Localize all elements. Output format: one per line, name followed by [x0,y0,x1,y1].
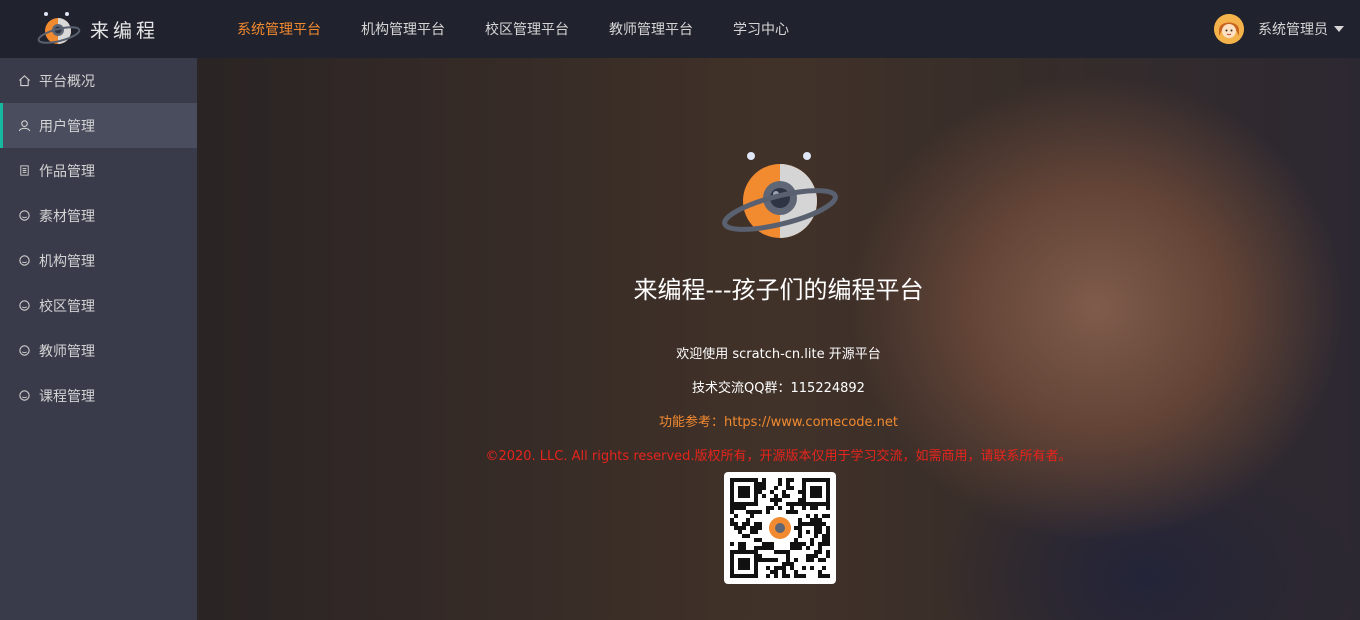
sidebar-item-label: 平台概况 [39,73,95,90]
user-icon [17,119,31,133]
circle-icon [17,299,31,313]
sidebar: 平台概况 用户管理 作品管理 素材管理 机构管理 校区管理 教师管理 课程管理 [0,58,197,620]
sidebar-item-campus-management[interactable]: 校区管理 [0,283,197,328]
sidebar-item-label: 机构管理 [39,253,95,270]
copyright-text: ©2020. LLC. All rights reserved.版权所有，开源版… [485,449,1072,464]
document-icon [17,164,31,178]
welcome-text: 欢迎使用 scratch-cn.lite 开源平台 [676,347,881,362]
sidebar-item-label: 素材管理 [39,208,95,225]
sidebar-item-platform-overview[interactable]: 平台概况 [0,58,197,103]
nav-org-platform[interactable]: 机构管理平台 [361,19,445,39]
sidebar-item-works-management[interactable]: 作品管理 [0,148,197,193]
planet-logo-icon [722,152,838,238]
sidebar-item-course-management[interactable]: 课程管理 [0,373,197,418]
sidebar-item-label: 校区管理 [39,298,95,315]
hero-banner: 来编程---孩子们的编程平台 欢迎使用 scratch-cn.lite 开源平台… [197,58,1360,620]
qq-group-text: 技术交流QQ群：115224892 [692,381,865,396]
planet-logo-icon [37,12,81,44]
sidebar-item-label: 作品管理 [39,163,95,180]
nav-system-platform[interactable]: 系统管理平台 [237,19,321,39]
circle-icon [17,389,31,403]
circle-icon [17,209,31,223]
user-menu[interactable]: 系统管理员 [1214,13,1344,45]
sidebar-item-user-management[interactable]: 用户管理 [0,103,197,148]
circle-icon [17,254,31,268]
circle-icon [17,344,31,358]
hero-title: 来编程---孩子们的编程平台 [633,276,924,304]
sidebar-item-label: 课程管理 [39,388,95,405]
brand-logo[interactable]: 来编程 [36,10,176,48]
reference-link[interactable]: 功能参考：https://www.comecode.net [197,411,1360,430]
sidebar-item-material-management[interactable]: 素材管理 [0,193,197,238]
sidebar-item-label: 用户管理 [39,118,95,135]
nav-learning-center[interactable]: 学习中心 [733,19,789,39]
hero-content: 来编程---孩子们的编程平台 欢迎使用 scratch-cn.lite 开源平台… [197,58,1360,620]
sidebar-item-teacher-management[interactable]: 教师管理 [0,328,197,373]
sidebar-item-org-management[interactable]: 机构管理 [0,238,197,283]
user-avatar-icon[interactable] [1214,14,1244,44]
nav-campus-platform[interactable]: 校区管理平台 [485,19,569,39]
top-navigation: 系统管理平台 机构管理平台 校区管理平台 教师管理平台 学习中心 [220,0,812,58]
sidebar-item-label: 教师管理 [39,343,95,360]
brand-name: 来编程 [90,19,160,42]
home-icon [17,74,31,88]
top-bar: 来编程 系统管理平台 机构管理平台 校区管理平台 教师管理平台 学习中心 系统管… [0,0,1360,58]
qr-code-icon [724,472,836,584]
user-name[interactable]: 系统管理员 [1258,19,1328,39]
chevron-down-icon[interactable] [1334,26,1344,32]
nav-teacher-platform[interactable]: 教师管理平台 [609,19,693,39]
